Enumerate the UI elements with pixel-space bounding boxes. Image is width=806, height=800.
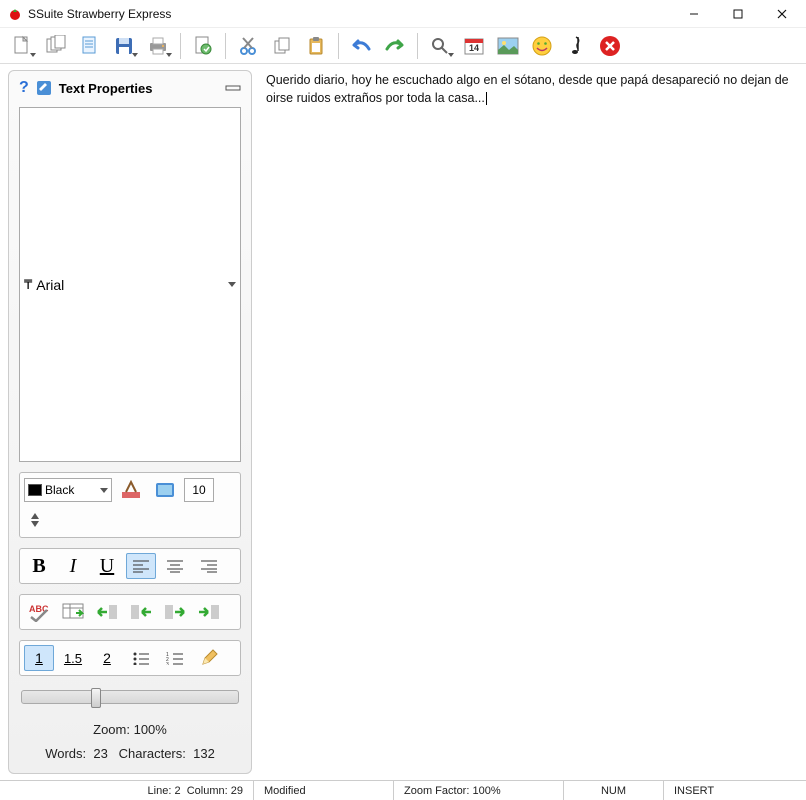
zoom-label: Zoom: 100% xyxy=(19,718,241,741)
increase-indent-last-button[interactable] xyxy=(194,599,224,625)
redo-button[interactable] xyxy=(379,31,411,61)
main-toolbar: 14 xyxy=(0,28,806,64)
svg-text:3: 3 xyxy=(166,662,169,665)
insert-table-button[interactable] xyxy=(58,599,88,625)
chevron-down-icon xyxy=(100,488,108,493)
chevron-down-icon xyxy=(228,282,236,287)
app-title: SSuite Strawberry Express xyxy=(28,7,672,21)
window-controls xyxy=(672,0,804,28)
exit-button[interactable] xyxy=(594,31,626,61)
font-family-value: Arial xyxy=(36,277,64,293)
separator xyxy=(225,33,226,59)
font-size-input[interactable]: 10 xyxy=(184,478,214,502)
word-char-counts: Words: 23 Characters: 132 xyxy=(19,742,241,765)
app-icon xyxy=(8,7,22,21)
panel-title: Text Properties xyxy=(59,81,219,96)
align-right-button[interactable] xyxy=(194,553,224,579)
save-button[interactable] xyxy=(108,31,140,61)
linespacing-2-button[interactable]: 2 xyxy=(92,645,122,671)
zoom-slider[interactable] xyxy=(19,686,241,708)
text-editor[interactable]: Querido diario, hoy he escuchado algo en… xyxy=(256,64,806,780)
font-family-select[interactable]: ₸ Arial xyxy=(19,107,241,462)
edit-pencil-button[interactable] xyxy=(194,645,224,671)
numbered-list-button[interactable]: 123 xyxy=(160,645,190,671)
stats-block: Zoom: 100% Words: 23 Characters: 132 xyxy=(19,718,241,765)
editor-content: Querido diario, hoy he escuchado algo en… xyxy=(266,73,789,105)
font-icon: ₸ xyxy=(24,277,32,293)
linespacing-1-button[interactable]: 1 xyxy=(24,645,54,671)
collapse-icon[interactable] xyxy=(225,83,241,93)
emoji-button[interactable] xyxy=(526,31,558,61)
bullet-list-button[interactable] xyxy=(126,645,156,671)
status-modified: Modified xyxy=(254,781,394,800)
status-line-col: Line: 2 Column: 29 xyxy=(0,781,254,800)
underline-button[interactable]: U xyxy=(92,553,122,579)
paste-button[interactable] xyxy=(300,31,332,61)
undo-button[interactable] xyxy=(345,31,377,61)
font-size-value: 10 xyxy=(192,483,205,497)
decrease-indent-button[interactable] xyxy=(126,599,156,625)
zoom-button[interactable] xyxy=(424,31,456,61)
copy-documents-button[interactable] xyxy=(40,31,72,61)
page-setup-button[interactable] xyxy=(187,31,219,61)
tools-row: ABC xyxy=(19,594,241,630)
copy-button[interactable] xyxy=(266,31,298,61)
new-document-button[interactable] xyxy=(6,31,38,61)
maximize-button[interactable] xyxy=(716,0,760,28)
decrease-indent-first-button[interactable] xyxy=(92,599,122,625)
svg-text:14: 14 xyxy=(469,43,479,53)
formatting-row: B I U xyxy=(19,548,241,584)
color-name: Black xyxy=(45,483,74,497)
color-swatch xyxy=(28,484,42,496)
minimize-button[interactable] xyxy=(672,0,716,28)
italic-button[interactable]: I xyxy=(58,553,88,579)
calendar-button[interactable]: 14 xyxy=(458,31,490,61)
separator xyxy=(417,33,418,59)
separator xyxy=(180,33,181,59)
status-bar: Line: 2 Column: 29 Modified Zoom Factor:… xyxy=(0,780,806,800)
panel-header: ? Text Properties xyxy=(19,79,241,97)
content-area: ? Text Properties ₸ Arial Black xyxy=(0,64,806,780)
close-button[interactable] xyxy=(760,0,804,28)
increase-indent-button[interactable] xyxy=(160,599,190,625)
status-zoom: Zoom Factor: 100% xyxy=(394,781,564,800)
cut-button[interactable] xyxy=(232,31,264,61)
font-color-picker-button[interactable] xyxy=(116,477,146,503)
status-insert: INSERT xyxy=(664,781,806,800)
open-document-button[interactable] xyxy=(74,31,106,61)
text-cursor xyxy=(486,92,487,105)
spellcheck-button[interactable]: ABC xyxy=(24,599,54,625)
color-size-row: Black 10 xyxy=(19,472,241,538)
linespacing-1_5-button[interactable]: 1.5 xyxy=(58,645,88,671)
help-icon[interactable]: ? xyxy=(19,79,29,97)
spacing-row: 1 1.5 2 123 xyxy=(19,640,241,676)
highlight-color-button[interactable] xyxy=(150,477,180,503)
separator xyxy=(338,33,339,59)
font-color-select[interactable]: Black xyxy=(24,478,112,502)
align-left-button[interactable] xyxy=(126,553,156,579)
align-center-button[interactable] xyxy=(160,553,190,579)
picture-button[interactable] xyxy=(492,31,524,61)
bold-button[interactable]: B xyxy=(24,553,54,579)
titlebar: SSuite Strawberry Express xyxy=(0,0,806,28)
status-num: NUM xyxy=(564,781,664,800)
text-properties-panel: ? Text Properties ₸ Arial Black xyxy=(8,70,252,774)
edit-icon[interactable] xyxy=(35,79,53,97)
print-button[interactable] xyxy=(142,31,174,61)
music-note-button[interactable] xyxy=(560,31,592,61)
font-size-stepper[interactable] xyxy=(24,507,46,533)
